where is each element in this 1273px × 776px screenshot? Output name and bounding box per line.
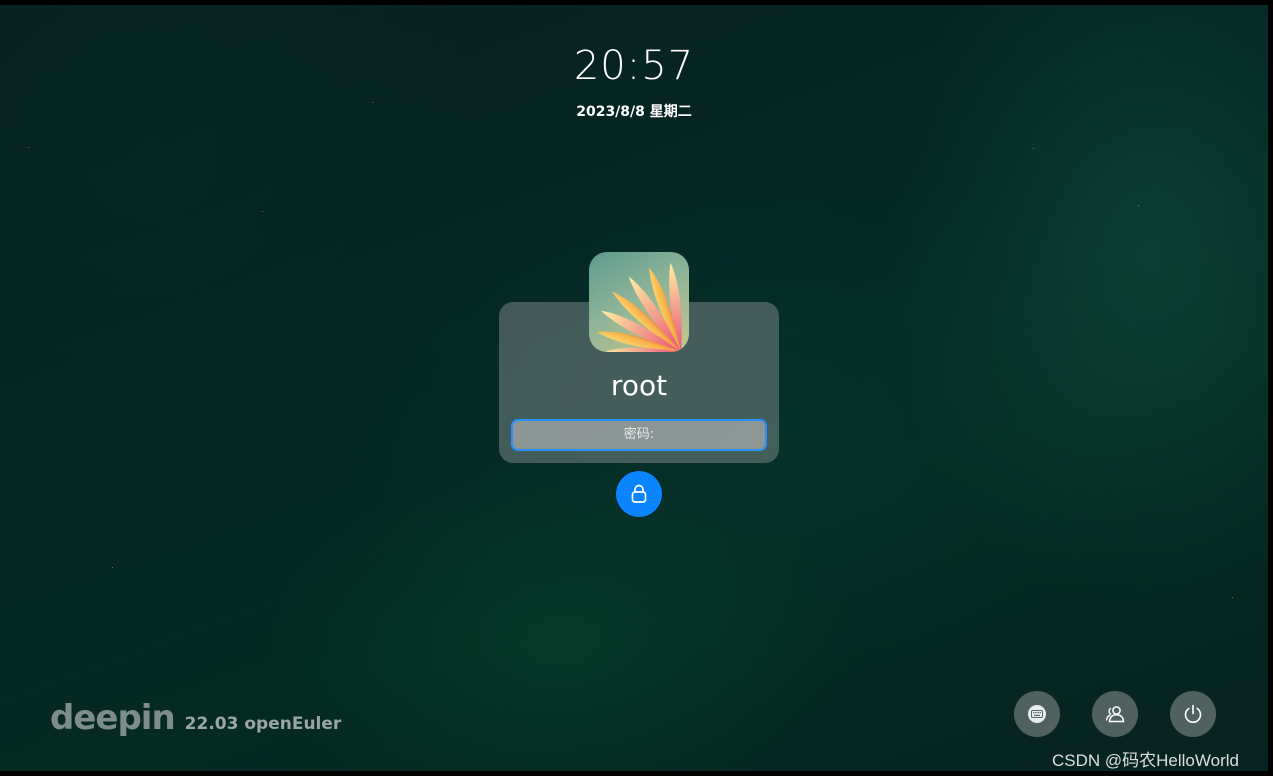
switch-user-icon bbox=[1105, 706, 1125, 723]
branding: deepin 22.03 openEuler bbox=[50, 698, 341, 738]
power-button[interactable] bbox=[1170, 691, 1216, 737]
background-star bbox=[1033, 148, 1034, 149]
watermark-text: CSDN @码农HelloWorld bbox=[1052, 751, 1239, 770]
background-star bbox=[262, 211, 263, 212]
background-star bbox=[28, 147, 29, 148]
flower-avatar-icon bbox=[597, 262, 682, 352]
deepin-logo: deepin bbox=[50, 698, 176, 738]
lock-icon bbox=[631, 484, 647, 503]
lock-screen: 20:57 2023/8/8 星期二 root deepin 22.03 ope… bbox=[0, 5, 1268, 771]
clock-date: 2023/8/8 星期二 bbox=[576, 104, 692, 120]
username-label: root bbox=[610, 369, 668, 402]
clock-time: 20:57 bbox=[573, 43, 695, 89]
password-input[interactable] bbox=[511, 419, 767, 451]
background-star bbox=[1232, 597, 1233, 598]
switch-user-button[interactable] bbox=[1092, 691, 1138, 737]
user-avatar[interactable] bbox=[589, 252, 689, 352]
unlock-button[interactable] bbox=[616, 471, 662, 517]
keyboard-layout-button[interactable] bbox=[1014, 691, 1060, 737]
power-icon bbox=[1184, 704, 1202, 723]
os-version: 22.03 openEuler bbox=[184, 714, 342, 734]
keyboard-icon bbox=[1028, 705, 1046, 723]
background-star bbox=[1138, 205, 1139, 206]
background-star bbox=[112, 567, 113, 568]
